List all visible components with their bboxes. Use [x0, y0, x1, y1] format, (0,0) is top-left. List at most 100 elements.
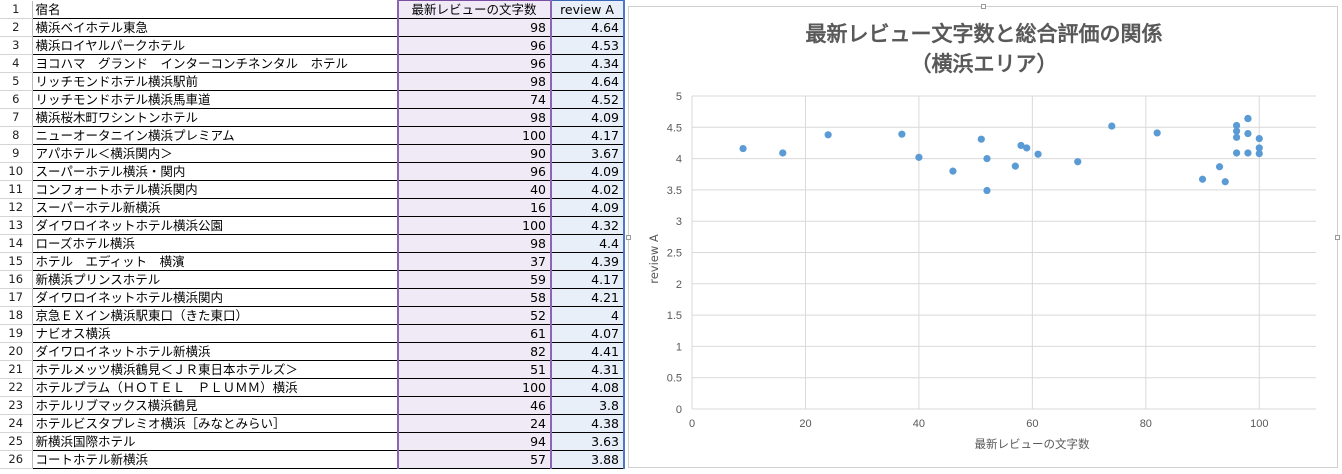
- hotel-name-cell[interactable]: 横浜桜木町ワシントンホテル: [32, 108, 399, 127]
- data-point[interactable]: [1244, 114, 1252, 123]
- row-number[interactable]: 3: [0, 36, 33, 55]
- hotel-name-cell[interactable]: リッチモンドホテル横浜馬車道: [32, 90, 399, 109]
- review-length-cell[interactable]: 46: [397, 396, 552, 415]
- data-point[interactable]: [1255, 134, 1263, 143]
- data-point[interactable]: [1198, 175, 1207, 183]
- data-point[interactable]: [824, 131, 832, 139]
- hotel-name-cell[interactable]: 新横浜プリンスホテル: [32, 270, 399, 289]
- data-point[interactable]: [1232, 149, 1241, 157]
- review-length-cell[interactable]: 24: [397, 414, 552, 433]
- hotel-name-cell[interactable]: スーパーホテル新横浜: [32, 198, 399, 217]
- data-point[interactable]: [1153, 129, 1161, 137]
- review-length-cell[interactable]: 94: [397, 432, 552, 451]
- row-number[interactable]: 24: [0, 414, 33, 433]
- review-length-cell[interactable]: 57: [397, 450, 552, 469]
- data-point[interactable]: [1255, 149, 1263, 158]
- row-number[interactable]: 23: [0, 396, 33, 415]
- review-a-cell[interactable]: 3.8: [551, 396, 625, 415]
- hotel-name-cell[interactable]: ホテルビスタプレミオ横浜［みなとみらい］: [32, 414, 399, 433]
- review-length-cell[interactable]: 98: [397, 72, 552, 91]
- data-point[interactable]: [898, 130, 906, 138]
- hotel-name-cell[interactable]: ヨコハマ グランド インターコンチネンタル ホテル: [32, 54, 399, 73]
- row-number[interactable]: 1: [0, 0, 33, 19]
- review-length-cell[interactable]: 51: [397, 360, 552, 379]
- review-a-cell[interactable]: 4.41: [551, 342, 625, 361]
- column-header-review-a[interactable]: review A: [551, 0, 625, 19]
- review-length-cell[interactable]: 82: [397, 342, 552, 361]
- data-point[interactable]: [983, 186, 991, 195]
- review-a-cell[interactable]: 4.07: [551, 324, 625, 343]
- hotel-name-cell[interactable]: ニューオータニイン横浜プレミアム: [32, 126, 399, 145]
- review-length-cell[interactable]: 100: [397, 216, 552, 235]
- hotel-name-cell[interactable]: ダイワロイネットホテル横浜公園: [32, 216, 399, 235]
- review-a-cell[interactable]: 4.09: [551, 162, 625, 181]
- row-number[interactable]: 21: [0, 360, 33, 379]
- review-a-cell[interactable]: 4.38: [551, 414, 625, 433]
- hotel-name-cell[interactable]: コンフォートホテル横浜関内: [32, 180, 399, 199]
- hotel-name-cell[interactable]: 京急ＥＸイン横浜駅東口（きた東口）: [32, 306, 399, 325]
- hotel-name-cell[interactable]: コートホテル新横浜: [32, 450, 399, 469]
- row-number[interactable]: 13: [0, 216, 33, 235]
- row-number[interactable]: 8: [0, 126, 33, 145]
- review-length-cell[interactable]: 100: [397, 126, 552, 145]
- review-a-cell[interactable]: 4.39: [551, 252, 625, 271]
- row-number[interactable]: 26: [0, 450, 33, 469]
- review-a-cell[interactable]: 4.53: [551, 36, 625, 55]
- review-length-cell[interactable]: 61: [397, 324, 552, 343]
- review-length-cell[interactable]: 98: [397, 108, 552, 127]
- data-point[interactable]: [1215, 163, 1224, 171]
- data-point[interactable]: [1017, 141, 1025, 150]
- hotel-name-cell[interactable]: ナビオス横浜: [32, 324, 399, 343]
- review-length-cell[interactable]: 59: [397, 270, 552, 289]
- data-point[interactable]: [977, 135, 985, 143]
- row-number[interactable]: 11: [0, 180, 33, 199]
- hotel-name-cell[interactable]: アパホテル＜横浜関内＞: [32, 144, 399, 163]
- row-number[interactable]: 2: [0, 18, 33, 37]
- hotel-name-cell[interactable]: スーパーホテル横浜・関内: [32, 162, 399, 181]
- row-number[interactable]: 18: [0, 306, 33, 325]
- hotel-name-cell[interactable]: 新横浜国際ホテル: [32, 432, 399, 451]
- review-a-cell[interactable]: 4.32: [551, 216, 625, 235]
- review-a-cell[interactable]: 4.17: [551, 270, 625, 289]
- data-point[interactable]: [1244, 149, 1252, 157]
- review-length-cell[interactable]: 96: [397, 36, 552, 55]
- review-length-cell[interactable]: 98: [397, 18, 552, 37]
- hotel-name-cell[interactable]: リッチモンドホテル横浜駅前: [32, 72, 399, 91]
- review-a-cell[interactable]: 4.64: [551, 72, 625, 91]
- review-a-cell[interactable]: 4.31: [551, 360, 625, 379]
- hotel-name-cell[interactable]: ホテルプラム（ＨＯＴＥＬ ＰＬＵＭＭ）横浜: [32, 378, 399, 397]
- row-number[interactable]: 16: [0, 270, 33, 289]
- row-number[interactable]: 5: [0, 72, 33, 91]
- column-header-review-length[interactable]: 最新レビューの文字数: [397, 0, 552, 19]
- row-number[interactable]: 14: [0, 234, 33, 253]
- data-point[interactable]: [1074, 158, 1082, 166]
- data-point[interactable]: [1011, 162, 1019, 170]
- review-a-cell[interactable]: 4.4: [551, 234, 625, 253]
- row-number[interactable]: 17: [0, 288, 33, 307]
- review-a-cell[interactable]: 4.34: [551, 54, 625, 73]
- hotel-name-cell[interactable]: 横浜ロイヤルパークホテル: [32, 36, 399, 55]
- review-length-cell[interactable]: 74: [397, 90, 552, 109]
- row-number[interactable]: 7: [0, 108, 33, 127]
- review-a-cell[interactable]: 4.21: [551, 288, 625, 307]
- row-number[interactable]: 4: [0, 54, 33, 73]
- review-a-cell[interactable]: 3.67: [551, 144, 625, 163]
- row-number[interactable]: 6: [0, 90, 33, 109]
- hotel-name-cell[interactable]: ダイワロイネットホテル新横浜: [32, 342, 399, 361]
- review-length-cell[interactable]: 98: [397, 234, 552, 253]
- data-point[interactable]: [949, 167, 957, 175]
- review-length-cell[interactable]: 58: [397, 288, 552, 307]
- hotel-name-cell[interactable]: 横浜ベイホテル東急: [32, 18, 399, 37]
- review-length-cell[interactable]: 40: [397, 180, 552, 199]
- review-a-cell[interactable]: 3.88: [551, 450, 625, 469]
- review-a-cell[interactable]: 4.02: [551, 180, 625, 199]
- review-length-cell[interactable]: 90: [397, 144, 552, 163]
- hotel-name-cell[interactable]: ホテルメッツ横浜鶴見＜ＪＲ東日本ホテルズ＞: [32, 360, 399, 379]
- hotel-name-cell[interactable]: ローズホテル横浜: [32, 234, 399, 253]
- row-number[interactable]: 9: [0, 144, 33, 163]
- row-number[interactable]: 20: [0, 342, 33, 361]
- review-length-cell[interactable]: 96: [397, 54, 552, 73]
- review-a-cell[interactable]: 3.63: [551, 432, 625, 451]
- review-a-cell[interactable]: 4.64: [551, 18, 625, 37]
- data-point[interactable]: [915, 153, 923, 161]
